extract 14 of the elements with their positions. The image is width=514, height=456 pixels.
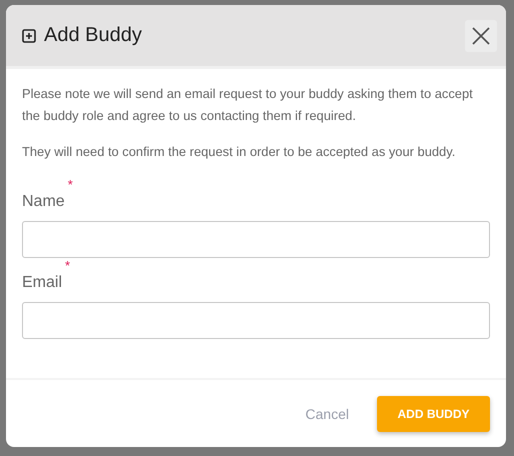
close-button[interactable] — [465, 20, 497, 52]
input-field[interactable] — [22, 302, 490, 339]
required-mark: * — [68, 177, 73, 192]
plus-square-icon — [22, 28, 36, 42]
add-button[interactable]: ADD BUDDY — [377, 396, 490, 432]
dialog-title: Add Buddy — [44, 24, 143, 47]
field-label: Name — [22, 193, 65, 211]
input-field[interactable] — [22, 221, 490, 258]
cancel-button[interactable]: Cancel — [299, 404, 355, 422]
field-label: Email — [22, 274, 62, 292]
info-text: Please note we will send an email request to your buddy asking them to accept the buddy role and agree to us contacting them if required. — [22, 85, 474, 125]
required-mark: * — [65, 258, 70, 273]
close-icon — [471, 26, 491, 46]
info-text: They will need to confirm the request in order to be accepted as your buddy. — [22, 143, 456, 161]
